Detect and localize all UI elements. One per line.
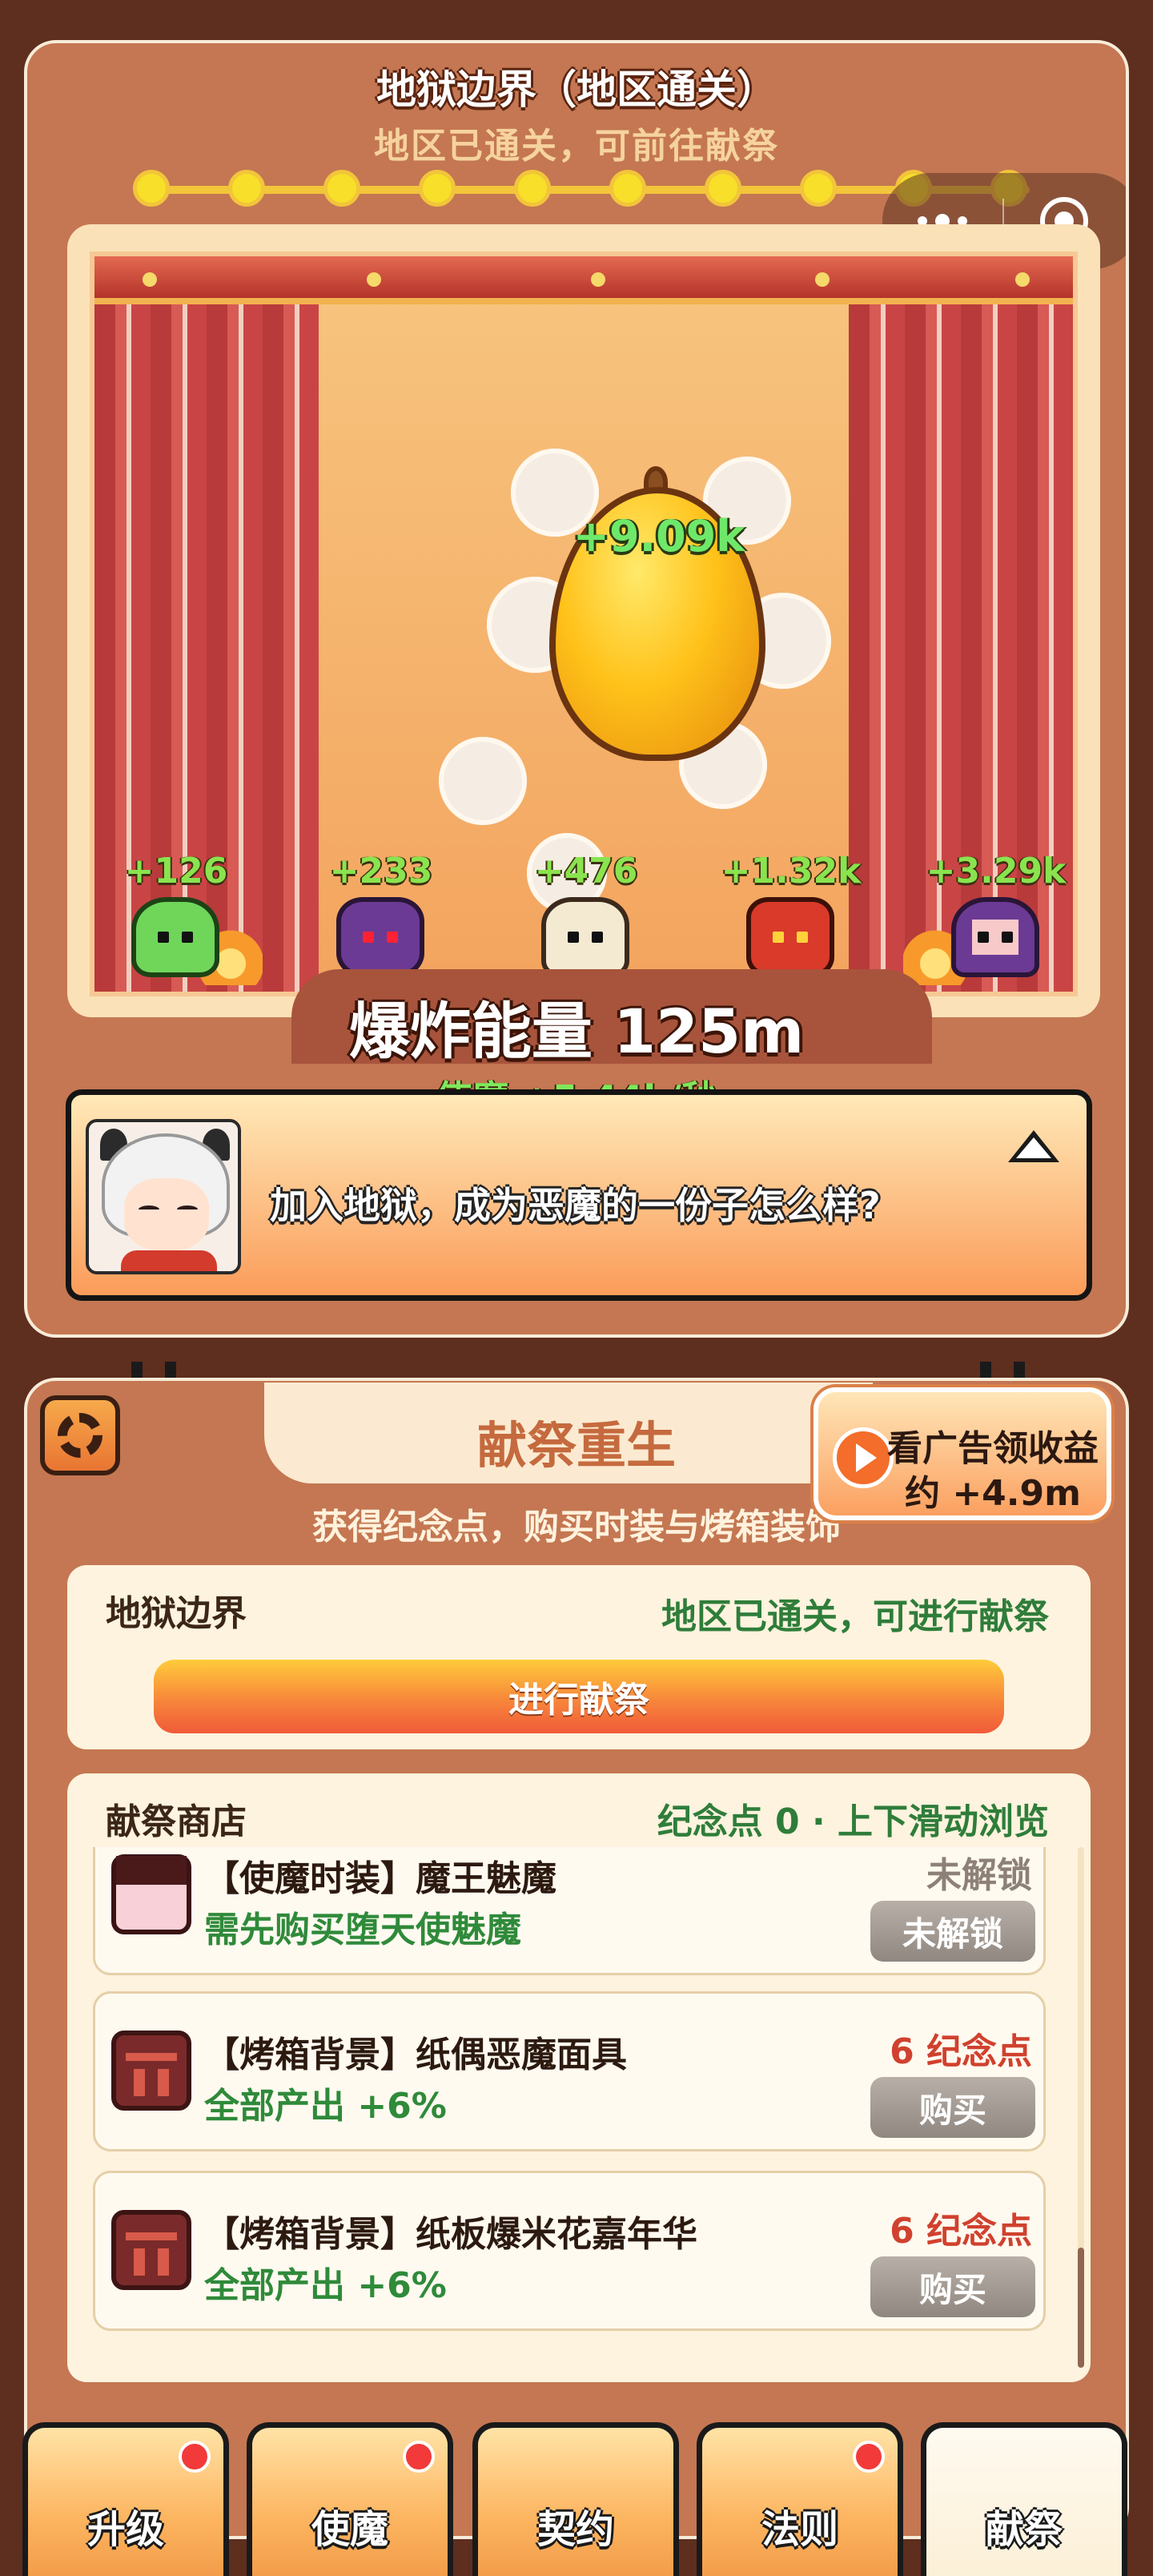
dialog-text: 加入地狱，成为恶魔的一份子怎么样? xyxy=(270,1184,881,1227)
collapse-triangle-icon[interactable] xyxy=(1008,1130,1059,1162)
shop-list[interactable]: 【使魔时装】魔王魅魔 需先购买堕天使魅魔 未解锁 未解锁 【烤箱背景】纸偶恶魔面… xyxy=(93,1847,1062,2368)
shop-item: 【烤箱背景】纸偶恶魔面具 全部产出 +6% 6 纪念点 购买 xyxy=(93,1991,1046,2151)
notification-badge xyxy=(853,2441,885,2473)
npc-dialog[interactable]: 加入地狱，成为恶魔的一份子怎么样? xyxy=(66,1089,1092,1301)
progress-dot xyxy=(514,170,551,207)
progress-dot xyxy=(228,170,265,207)
notification-badge xyxy=(179,2441,211,2473)
locked-button[interactable]: 未解锁 xyxy=(870,1901,1035,1962)
npc-avatar xyxy=(86,1119,241,1274)
shop-title: 献祭商店 xyxy=(106,1801,247,1842)
shop-meta: 纪念点 0 · 上下滑动浏览 xyxy=(657,1801,1049,1842)
tab-minion[interactable]: 使魔 xyxy=(247,2422,453,2576)
item-name: 【使魔时装】魔王魅魔 xyxy=(204,1858,556,1899)
item-effect: 全部产出 +6% xyxy=(204,2265,447,2306)
ad-reward: 约 +4.9m xyxy=(905,1473,1081,1514)
item-price: 未解锁 xyxy=(926,1855,1032,1896)
tab-upgrade[interactable]: 升级 xyxy=(22,2422,229,2576)
notification-badge xyxy=(403,2441,435,2473)
tab-sacrifice[interactable]: 献祭 xyxy=(921,2422,1127,2576)
monster-gain: +1.32k xyxy=(721,851,862,892)
tab-label: 献祭 xyxy=(985,2507,1063,2552)
monster-gain: +126 xyxy=(124,851,228,892)
item-effect: 需先购买堕天使魅魔 xyxy=(204,1910,521,1950)
progress-dot xyxy=(323,170,360,207)
costume-icon xyxy=(111,1854,191,1934)
oven-background-icon xyxy=(111,2031,191,2111)
item-price: 6 纪念点 xyxy=(890,2031,1032,2072)
watch-ad-button[interactable]: 看广告领收益 约 +4.9m xyxy=(814,1387,1111,1520)
item-price: 6 纪念点 xyxy=(890,2211,1032,2252)
skull-monster[interactable] xyxy=(541,897,629,977)
ad-label: 看广告领收益 xyxy=(887,1428,1099,1469)
region-panel: 地狱边界（地区通关） 地区已通关，可前往献祭 +9.09k +126 +233 … xyxy=(24,40,1129,1338)
tab-label: 法则 xyxy=(761,2507,838,2552)
item-name: 【烤箱背景】纸偶恶魔面具 xyxy=(204,2035,627,2075)
slime-monster[interactable] xyxy=(131,897,219,977)
region-title: 地狱边界（地区通关） xyxy=(376,66,777,113)
tab-label: 使魔 xyxy=(311,2507,388,2552)
stage-inner[interactable]: +9.09k +126 +233 +476 +1.32k +3.29k xyxy=(90,252,1078,996)
item-name: 【烤箱背景】纸板爆米花嘉年华 xyxy=(204,2214,697,2255)
tab-contract[interactable]: 契约 xyxy=(472,2422,679,2576)
monster-gain: +233 xyxy=(329,851,433,892)
perform-sacrifice-button[interactable]: 进行献祭 xyxy=(154,1660,1004,1733)
buy-button[interactable]: 购买 xyxy=(870,2077,1035,2138)
popcorn-stage: +9.09k +126 +233 +476 +1.32k +3.29k xyxy=(67,224,1100,1017)
progress-dot xyxy=(419,170,456,207)
imp-monster[interactable] xyxy=(746,897,834,977)
bottom-tab-bar: 升级 使魔 契约 法则 献祭 xyxy=(0,2414,1153,2576)
shop-item: 【使魔时装】魔王魅魔 需先购买堕天使魅魔 未解锁 未解锁 xyxy=(93,1847,1046,1975)
progress-dot xyxy=(609,170,646,207)
item-effect: 全部产出 +6% xyxy=(204,2086,447,2127)
tab-law[interactable]: 法则 xyxy=(697,2422,903,2576)
monster-gain: +3.29k xyxy=(926,851,1067,892)
sacrifice-shop: 献祭商店 纪念点 0 · 上下滑动浏览 【使魔时装】魔王魅魔 需先购买堕天使魅魔… xyxy=(67,1773,1091,2382)
progress-dot xyxy=(800,170,837,207)
region-card: 地狱边界 地区已通关，可进行献祭 进行献祭 xyxy=(67,1565,1091,1749)
shop-scrollbar[interactable] xyxy=(1078,1847,1084,2368)
shop-item: 【烤箱背景】纸板爆米花嘉年华 全部产出 +6% 6 纪念点 购买 xyxy=(93,2171,1046,2331)
tab-label: 契约 xyxy=(536,2507,614,2552)
progress-dot xyxy=(705,170,741,207)
region-subtitle: 地区已通关，可前往献祭 xyxy=(374,126,779,167)
smoke-puff xyxy=(439,737,527,825)
explosion-energy: 爆炸能量 125m xyxy=(348,996,805,1067)
progress-dot xyxy=(133,170,170,207)
monster-gain: +476 xyxy=(534,851,638,892)
kernel-gain: +9.09k xyxy=(572,511,745,561)
buy-button[interactable]: 购买 xyxy=(870,2256,1035,2317)
succubus-monster[interactable] xyxy=(951,897,1039,977)
region-name: 地狱边界 xyxy=(106,1593,247,1634)
oven-background-icon xyxy=(111,2210,191,2290)
curtain-valance xyxy=(94,256,1073,304)
region-status: 地区已通关，可进行献祭 xyxy=(661,1596,1049,1637)
sacrifice-panel: 献祭重生 获得纪念点，购买时装与烤箱装饰 看广告领收益 约 +4.9m 地狱边界… xyxy=(24,1378,1129,2539)
bat-monster[interactable] xyxy=(336,897,424,977)
tab-label: 升级 xyxy=(86,2507,164,2552)
